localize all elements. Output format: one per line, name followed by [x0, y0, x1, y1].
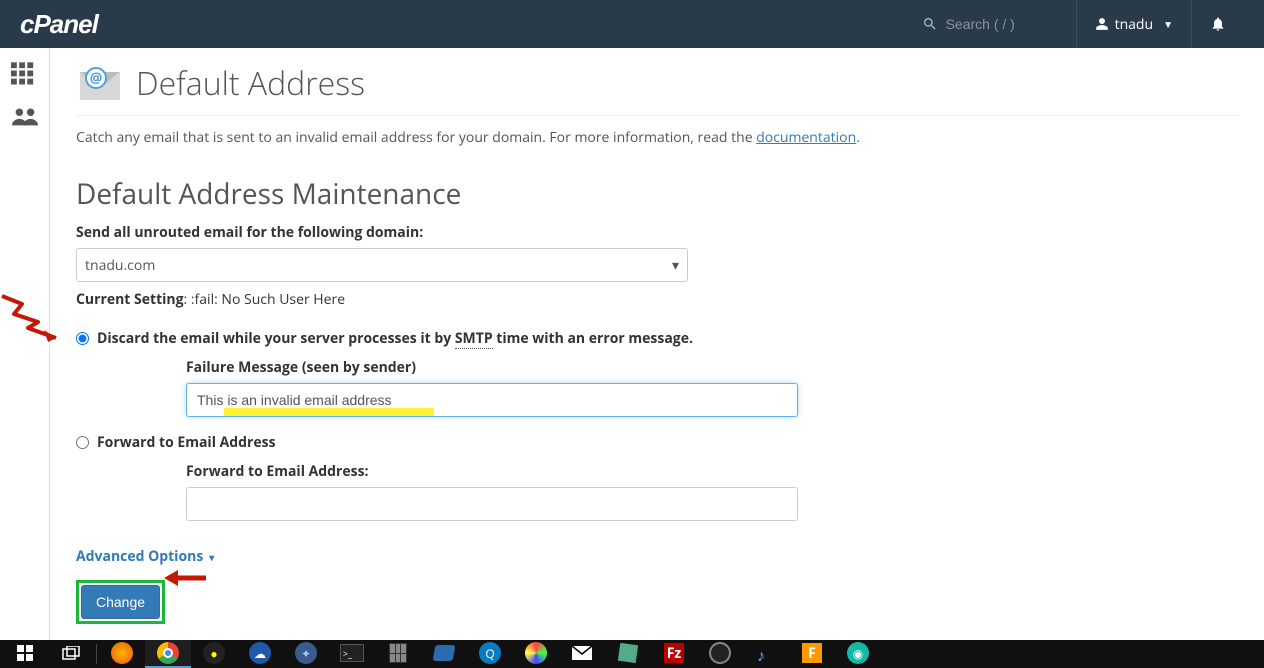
current-setting: Current Setting: :fail: No Such User Her… — [76, 290, 1238, 309]
forward-email-input[interactable] — [186, 487, 798, 521]
annotation-red-arrow — [164, 566, 208, 590]
bell-icon — [1210, 16, 1226, 32]
app-taskbar-icon-5[interactable]: Q — [467, 640, 513, 668]
documentation-link[interactable]: documentation — [756, 128, 856, 147]
forward-block: Forward to Email Address: — [186, 462, 1238, 521]
calculator-taskbar-icon[interactable] — [375, 640, 421, 668]
domain-select[interactable]: tnadu.com — [76, 248, 688, 282]
forward-radio[interactable] — [76, 436, 89, 449]
option-discard-row: Discard the email while your server proc… — [76, 329, 1238, 348]
search-area[interactable] — [922, 16, 1046, 32]
discard-radio[interactable] — [76, 332, 89, 345]
change-button-highlight: Change — [76, 580, 165, 624]
app-taskbar-icon-4[interactable] — [421, 640, 467, 668]
annotation-yellow-highlight — [224, 408, 434, 416]
firefox-taskbar-icon[interactable] — [99, 640, 145, 668]
app-taskbar-icon-1[interactable]: ● — [191, 640, 237, 668]
taskbar-divider — [96, 644, 97, 664]
domain-selected-value: tnadu.com — [85, 256, 155, 275]
intro-text: Catch any email that is sent to an inval… — [76, 128, 1238, 147]
search-input[interactable] — [946, 16, 1046, 32]
main-content: @ Default Address Catch any email that i… — [50, 48, 1264, 640]
app-taskbar-icon-3[interactable]: ✦ — [283, 640, 329, 668]
search-icon — [922, 16, 938, 32]
mail-taskbar-icon[interactable] — [559, 640, 605, 668]
task-view-button[interactable] — [48, 640, 94, 668]
app-taskbar-icon-2[interactable]: ☁ — [237, 640, 283, 668]
chrome-taskbar-icon[interactable] — [145, 640, 191, 668]
terminal-taskbar-icon[interactable]: >_ — [329, 640, 375, 668]
filezilla-taskbar-icon[interactable]: Fz — [651, 640, 697, 668]
discard-label[interactable]: Discard the email while your server proc… — [97, 329, 693, 348]
cpanel-logo[interactable]: cPanel — [20, 9, 98, 40]
default-address-icon: @ — [76, 64, 124, 104]
forward-label: Forward to Email Address: — [186, 462, 1238, 481]
top-header: cPanel tnadu ▼ — [0, 0, 1264, 48]
change-button[interactable]: Change — [81, 585, 160, 619]
page-header: @ Default Address — [76, 62, 1238, 116]
windows-taskbar: ● ☁ ✦ >_ Q Fz ♪ F ◉ — [0, 640, 1264, 668]
advanced-options-toggle[interactable]: Advanced Options — [76, 547, 214, 566]
notifications-button[interactable] — [1191, 0, 1244, 48]
page-title: Default Address — [136, 62, 365, 105]
forward-option-label[interactable]: Forward to Email Address — [97, 433, 276, 452]
app-taskbar-icon-7[interactable]: ♪ — [743, 640, 789, 668]
section-title: Default Address Maintenance — [76, 175, 1238, 213]
caret-down-icon: ▼ — [1163, 17, 1173, 31]
obs-taskbar-icon[interactable] — [697, 640, 743, 668]
start-button[interactable] — [2, 640, 48, 668]
left-sidebar — [0, 48, 50, 640]
domain-label: Send all unrouted email for the followin… — [76, 223, 1238, 242]
app-taskbar-icon-9[interactable]: ◉ — [835, 640, 881, 668]
users-icon[interactable] — [10, 104, 40, 128]
option-forward-row: Forward to Email Address — [76, 433, 1238, 452]
app-taskbar-icon-6[interactable] — [605, 640, 651, 668]
user-icon — [1095, 17, 1109, 31]
user-menu[interactable]: tnadu ▼ — [1076, 0, 1191, 48]
failure-label: Failure Message (seen by sender) — [186, 358, 1238, 377]
annotation-lightning-arrow — [0, 284, 58, 344]
smtp-abbr: SMTP — [455, 329, 493, 349]
apps-grid-icon[interactable] — [10, 62, 40, 86]
username: tnadu — [1115, 15, 1154, 34]
svg-text:@: @ — [90, 69, 103, 88]
paint-taskbar-icon[interactable] — [513, 640, 559, 668]
app-taskbar-icon-8[interactable]: F — [789, 640, 835, 668]
